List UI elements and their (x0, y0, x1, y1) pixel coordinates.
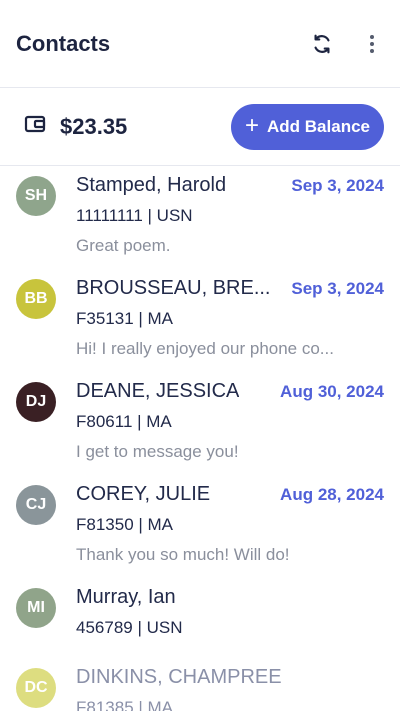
add-balance-label: Add Balance (267, 116, 370, 136)
contact-id-line: 11111111 | USN (76, 206, 193, 225)
contact-name: COREY, JULIE (76, 483, 211, 505)
message-preview: I get to message you! (76, 442, 239, 461)
app-bar: Contacts (0, 0, 400, 88)
list-item[interactable]: BB BROUSSEAU, BRE... Sep 3, 2024 F35131 … (0, 269, 400, 372)
avatar: DJ (16, 382, 56, 422)
avatar: BB (16, 279, 56, 319)
contact-id-line: F80611 | MA (76, 412, 172, 431)
message-preview: Great poem. (76, 236, 171, 255)
contact-list[interactable]: SH Stamped, Harold Sep 3, 2024 11111111 … (0, 166, 400, 711)
message-preview: Thank you so much! Will do! (76, 545, 290, 564)
avatar: CJ (16, 485, 56, 525)
list-item[interactable]: DC DINKINS, CHAMPREE F81385 | MA (0, 658, 400, 711)
plus-icon: + (245, 111, 260, 139)
contact-name: DEANE, JESSICA (76, 380, 240, 402)
message-date: Sep 3, 2024 (291, 279, 384, 298)
avatar: MI (16, 588, 56, 628)
message-date: Aug 28, 2024 (280, 485, 384, 504)
contact-id-line: F81385 | MA (76, 698, 174, 711)
refresh-icon[interactable] (310, 32, 334, 56)
list-item[interactable]: SH Stamped, Harold Sep 3, 2024 11111111 … (0, 166, 400, 269)
list-item[interactable]: CJ COREY, JULIE Aug 28, 2024 F81350 | MA… (0, 475, 400, 578)
wallet-icon (24, 115, 46, 138)
list-item[interactable]: DJ DEANE, JESSICA Aug 30, 2024 F80611 | … (0, 372, 400, 475)
contact-name: BROUSSEAU, BRE... (76, 277, 271, 299)
message-preview: Hi! I really enjoyed our phone co... (76, 339, 334, 358)
more-vertical-icon[interactable] (360, 32, 384, 56)
contact-name: DINKINS, CHAMPREE (76, 666, 282, 688)
contact-name: Stamped, Harold (76, 174, 227, 196)
page-title: Contacts (16, 30, 111, 56)
app-bar-actions (310, 32, 384, 56)
add-balance-button[interactable]: + Add Balance (231, 103, 384, 150)
balance-bar: $23.35 + Add Balance (0, 88, 400, 166)
contact-name: Murray, Ian (76, 586, 176, 608)
contact-id-line: 456789 | USN (76, 618, 183, 637)
message-date: Aug 30, 2024 (280, 382, 384, 401)
avatar: DC (16, 668, 56, 708)
balance-display: $23.35 (24, 114, 127, 140)
balance-amount: $23.35 (60, 113, 128, 139)
contact-id-line: F35131 | MA (76, 309, 174, 328)
avatar: SH (16, 176, 56, 216)
list-item[interactable]: MI Murray, Ian 456789 | USN (0, 578, 400, 658)
message-date: Sep 3, 2024 (291, 176, 384, 195)
contact-id-line: F81350 | MA (76, 515, 174, 534)
